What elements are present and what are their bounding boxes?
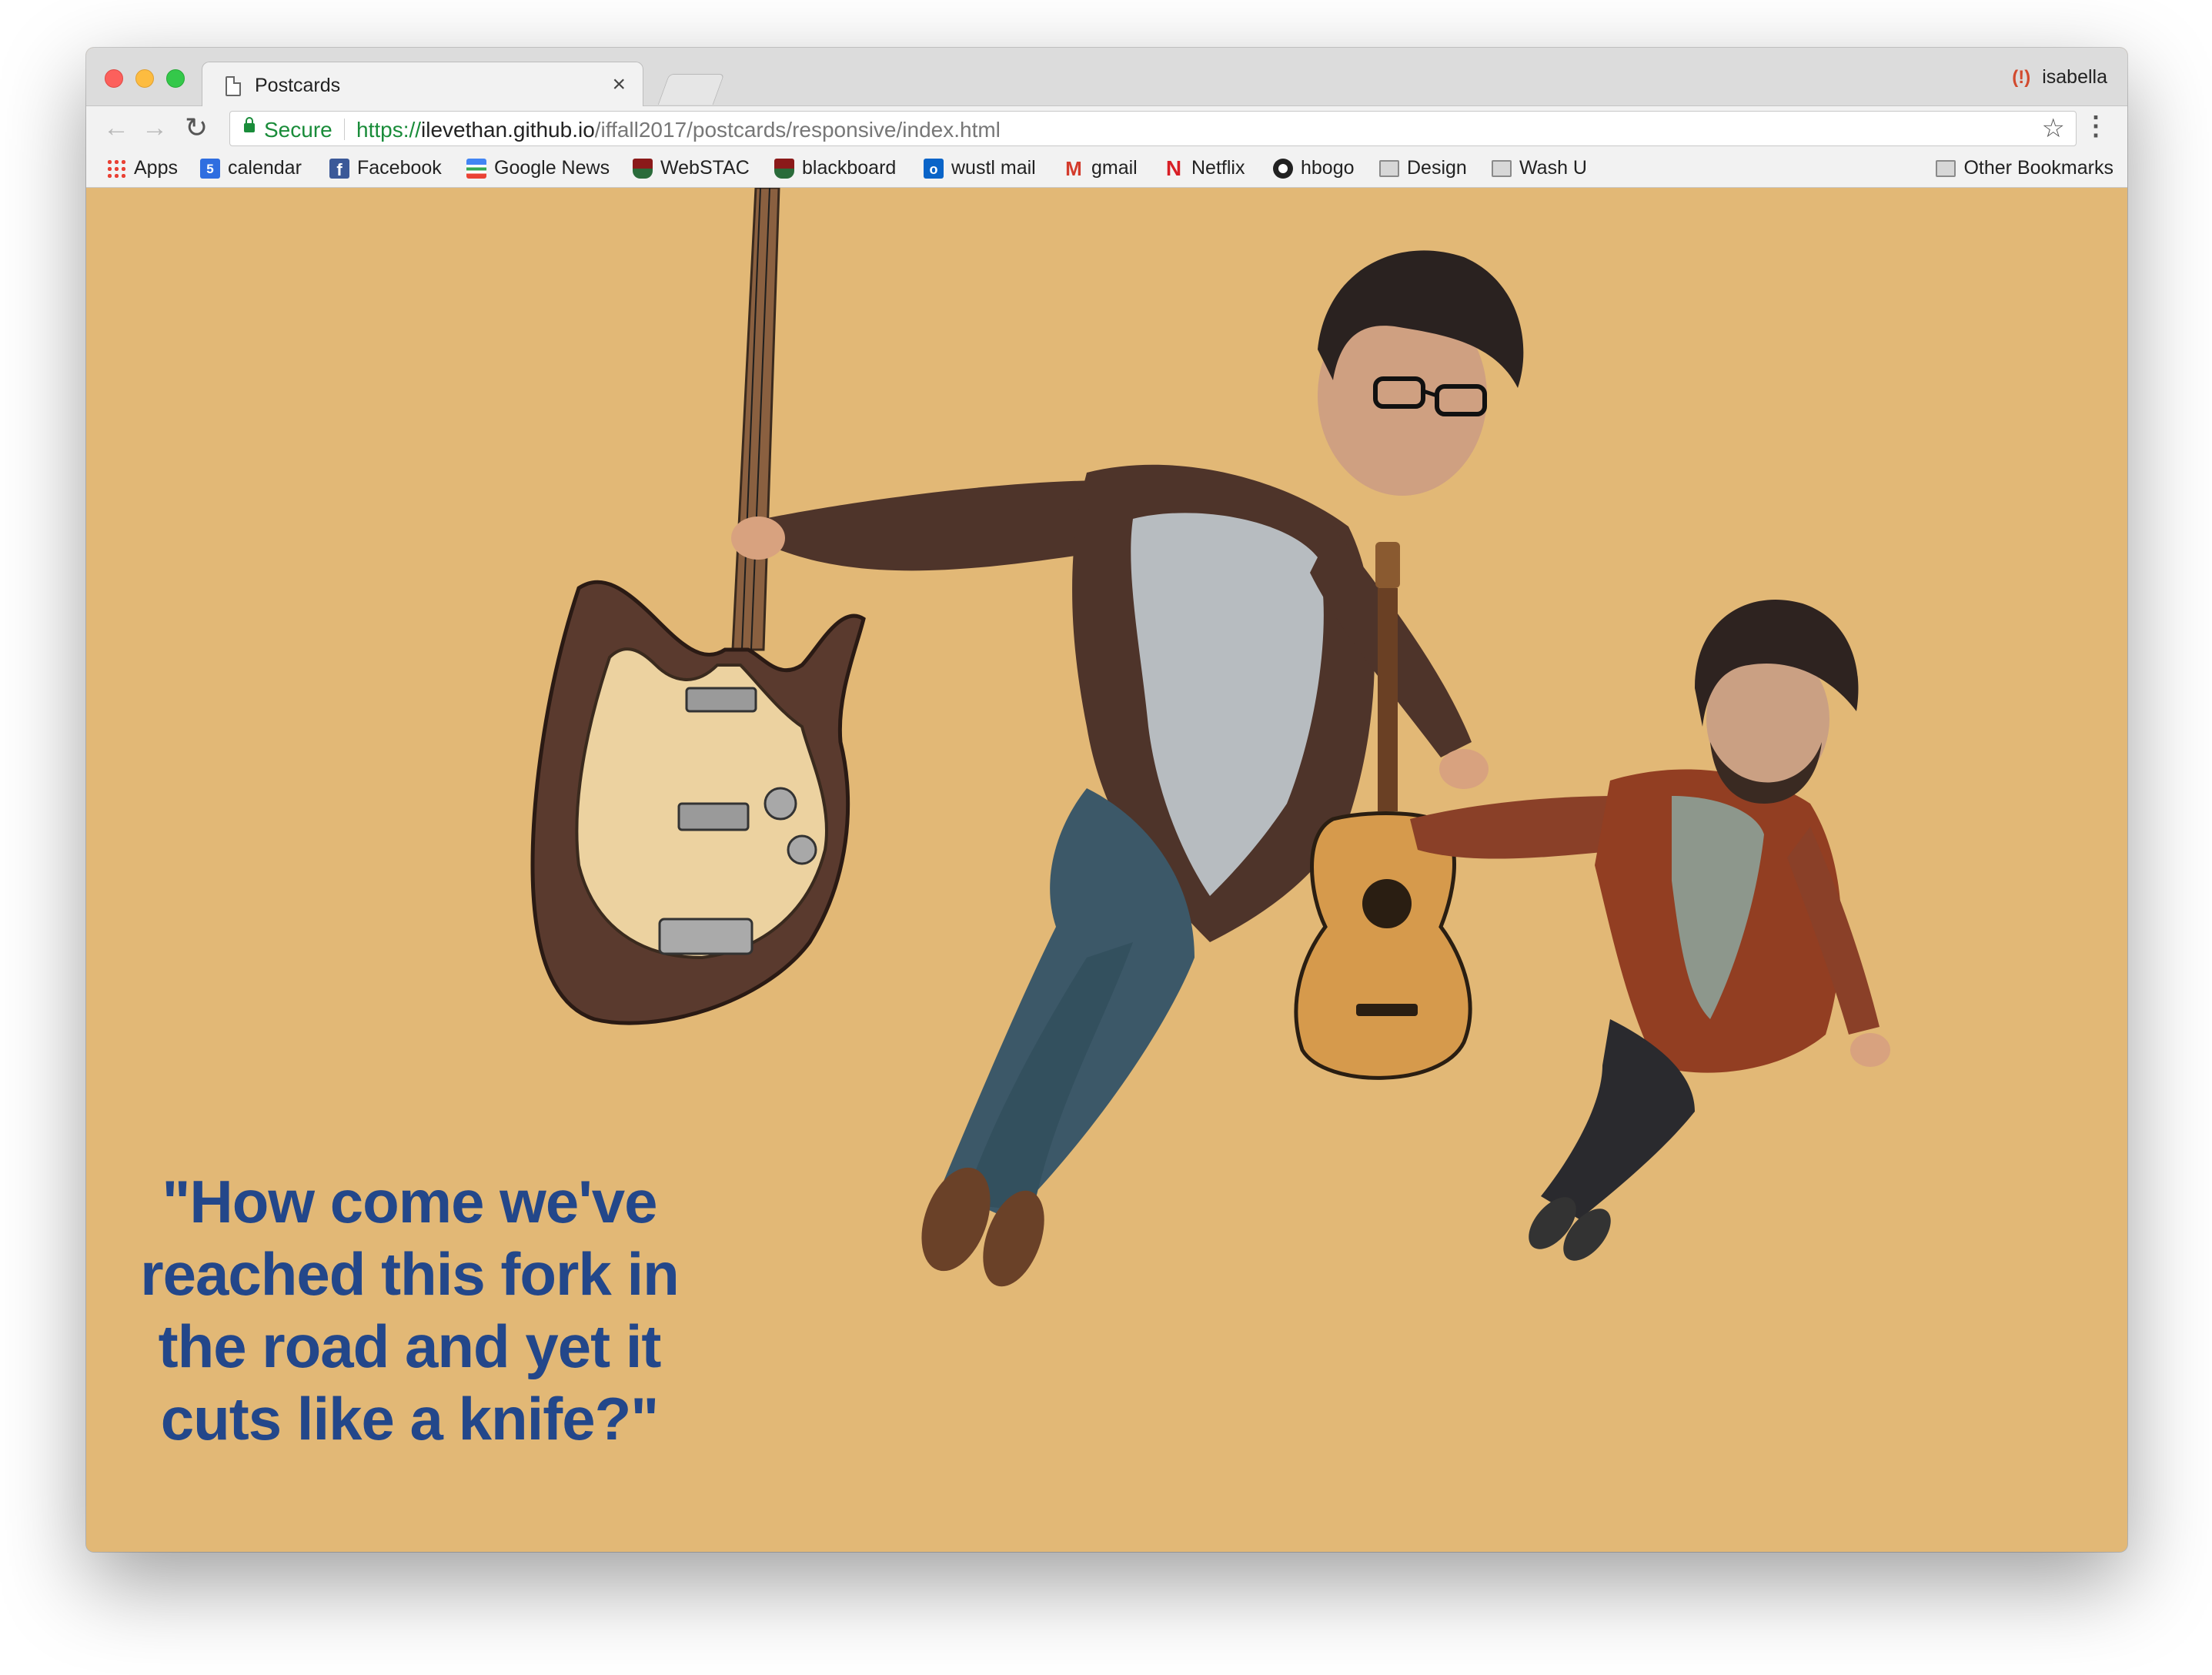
bookmark-folder-wash-u[interactable]: Wash U [1492,157,1587,179]
minimize-window-button[interactable] [135,69,154,88]
url-scheme: https:// [356,118,422,142]
security-label: Secure [264,118,332,142]
netflix-icon: N [1165,155,1182,180]
bookmark-apps[interactable]: Apps [106,157,178,179]
bookmark-label: wustl mail [951,157,1036,179]
bookmark-facebook[interactable]: f Facebook [329,157,442,179]
gmail-icon: M [1065,156,1082,180]
bookmark-webstac[interactable]: WebSTAC [633,157,750,179]
bookmark-google-news[interactable]: Google News [466,157,610,179]
bookmark-gmail[interactable]: Mgmail [1064,157,1138,179]
tab-strip: Postcards × (!) isabella [86,48,2127,108]
browser-window: Postcards × (!) isabella ← → ↻ Secure ht… [86,48,2127,1552]
zoom-window-button[interactable] [166,69,185,88]
bookmark-label: Facebook [357,157,442,179]
document-icon [226,76,241,96]
bass-guitar-image [530,188,866,1025]
hbo-icon [1273,158,1293,179]
tab-postcards[interactable]: Postcards × [202,62,643,108]
profile-name: isabella [2042,66,2107,88]
bookmark-label: Netflix [1191,157,1245,179]
address-divider [344,119,345,140]
forward-arrow-icon[interactable]: → [142,112,168,143]
bookmark-label: Apps [134,157,178,179]
flying-man-with-glasses-image [731,250,1524,1287]
other-bookmarks-label: Other Bookmarks [1963,157,2113,179]
close-window-button[interactable] [105,69,123,88]
url-text[interactable]: https://ilevethan.github.io/iffall2017/p… [356,118,1001,142]
tab-title: Postcards [255,75,341,96]
bookmark-blackboard[interactable]: blackboard [774,157,896,179]
profile-button[interactable]: (!) isabella [2012,66,2107,89]
bookmark-label: Wash U [1519,157,1587,179]
postcard-page: "How come we've reached this fork in the… [86,188,2127,1552]
folder-icon [1379,159,1399,177]
folder-icon [1936,159,1956,177]
sync-icon: (!) [2012,67,2031,88]
address-bar[interactable]: Secure https://ilevethan.github.io/iffal… [229,111,2077,146]
back-arrow-icon[interactable]: ← [103,112,129,143]
reload-icon[interactable]: ↻ [185,112,208,143]
bookmark-label: hbogo [1301,157,1355,179]
new-tab-button[interactable] [657,74,725,105]
outlook-icon: o [924,158,944,179]
tab-close-icon[interactable]: × [612,72,626,98]
bookmark-folder-design[interactable]: Design [1379,157,1467,179]
bookmark-label: Design [1407,157,1467,179]
bookmark-label: calendar [228,157,302,179]
url-path: /iffall2017/postcards/responsive/index.h… [594,118,1001,142]
bookmark-wustl-mail[interactable]: o wustl mail [924,157,1036,179]
bookmark-label: WebSTAC [660,157,750,179]
calendar-icon: 5 [200,158,220,179]
apps-grid-icon [106,158,126,179]
bookmark-calendar[interactable]: 5 calendar [200,157,302,179]
bookmark-label: Google News [494,157,610,179]
google-news-icon [466,158,486,179]
flying-bearded-man-image [1410,599,1890,1261]
postcard-quote: "How come we've reached this fork in the… [140,1168,680,1453]
folder-icon [1492,159,1512,177]
toolbar: ← → ↻ Secure https://ilevethan.github.io… [86,106,2127,149]
bookmark-netflix[interactable]: N Netflix [1164,157,1245,179]
url-host: ilevethan.github.io [421,118,595,142]
bookmarks-bar: Apps 5 calendar f Facebook Google News Web… [86,149,2127,188]
shield-icon [633,158,653,179]
shield-icon [774,158,794,179]
facebook-icon: f [329,158,349,179]
bookmark-label: blackboard [802,157,897,179]
bookmark-hbogo[interactable]: hbogo [1273,157,1355,179]
lock-icon [244,117,255,132]
other-bookmarks[interactable]: Other Bookmarks [1936,157,2113,179]
bookmark-label: gmail [1091,157,1138,179]
bookmark-star-icon[interactable]: ☆ [2042,113,2065,144]
menu-kebab-icon[interactable]: ⋮ [2083,111,2109,142]
